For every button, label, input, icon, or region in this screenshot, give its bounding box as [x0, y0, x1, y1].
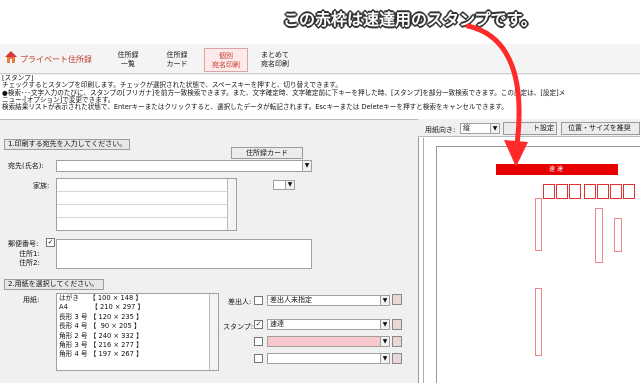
postal-checkbox[interactable]: ✓ — [46, 238, 55, 247]
annotation-callout-text: この赤枠は速達用のスタンプです。 — [283, 10, 537, 29]
tab-batch-print[interactable]: まとめて 宛名印刷 — [253, 48, 297, 72]
name-label: 宛先(氏名): — [8, 162, 44, 170]
tab-label: 住所録 カード — [166, 51, 188, 68]
section-destination-header: 1.印刷する宛先を入力してください。 — [4, 139, 130, 150]
tab-label: 個別 宛名印刷 — [212, 52, 240, 69]
postal-label: 郵便番号: — [8, 240, 39, 248]
chevron-down-icon[interactable]: ▼ — [490, 124, 499, 133]
paper-list-item[interactable]: 長形 4 号 【 90 × 205 】 — [57, 322, 218, 331]
stamp-label: スタンプ: — [223, 323, 254, 331]
paper-list-item[interactable]: 角形 3 号 【 216 × 277 】 — [57, 341, 218, 350]
sender-checkbox[interactable] — [254, 296, 263, 305]
paper-list[interactable]: はがき 【 100 × 148 】 A4 【 210 × 297 】 長形 3 … — [56, 293, 219, 371]
postal-code-boxes — [543, 184, 640, 199]
chevron-down-icon[interactable]: ▼ — [380, 337, 389, 346]
stamp-combobox[interactable]: 速達 ▼ — [267, 319, 390, 330]
address2-label: 住所2: — [19, 259, 40, 267]
paper-list-item[interactable]: A4 【 210 × 297 】 — [57, 303, 218, 312]
paper-list-scrollbar[interactable] — [209, 294, 218, 370]
app-title: プライベート住所録 — [20, 55, 92, 64]
family-dropdown[interactable]: ▼ — [273, 180, 295, 190]
express-stamp: 速達 — [496, 164, 618, 175]
stamp2-combobox[interactable]: ▼ — [267, 336, 390, 347]
tab-label: 住所録 一覧 — [117, 51, 139, 68]
app-logo-icon — [4, 50, 18, 64]
orientation-select[interactable]: 縦 ▼ — [460, 123, 500, 134]
stamp3-combobox[interactable]: ▼ — [267, 353, 390, 364]
stamp2-edit-icon[interactable] — [392, 336, 402, 347]
address-field[interactable] — [56, 239, 312, 269]
stamp-checkbox[interactable]: ✓ — [254, 320, 263, 329]
family-label: 家族: — [33, 182, 50, 190]
chevron-down-icon[interactable]: ▼ — [380, 354, 389, 363]
tab-individual-print[interactable]: 個別 宛名印刷 — [204, 48, 248, 72]
name-combobox[interactable]: ▼ — [56, 160, 312, 172]
chevron-down-icon[interactable]: ▼ — [380, 296, 389, 305]
orientation-value: 縦 — [463, 124, 470, 132]
sender-label: 差出人: — [228, 298, 252, 306]
tab-address-list[interactable]: 住所録 一覧 — [106, 48, 150, 72]
section-paper-header: 2.用紙を選択してください。 — [4, 279, 104, 290]
stamp2-checkbox[interactable] — [254, 337, 263, 346]
stamp-edit-icon[interactable] — [392, 319, 402, 330]
stamp3-edit-icon[interactable] — [392, 353, 402, 364]
paper-list-item[interactable]: 角形 4 号 【 197 × 267 】 — [57, 350, 218, 359]
chevron-down-icon[interactable]: ▼ — [380, 320, 389, 329]
chevron-down-icon[interactable]: ▼ — [285, 181, 294, 189]
address-area-marker — [535, 198, 542, 251]
address-card-button[interactable]: 住所録カード — [231, 147, 303, 159]
toolbar — [0, 44, 640, 74]
express-stamp-text: 速達 — [548, 166, 565, 173]
chevron-down-icon[interactable]: ▼ — [302, 161, 311, 171]
tab-label: まとめて 宛名印刷 — [261, 51, 289, 68]
orientation-label: 用紙向き: — [425, 126, 456, 134]
sender-value: 差出人未指定 — [270, 296, 312, 304]
addr1-area-marker — [595, 208, 603, 263]
stamp3-checkbox[interactable] — [254, 354, 263, 363]
help-panel: [スタンプ] チェックするとスタンプを印刷します。チェックが選択された状態で、ス… — [0, 75, 640, 119]
stamp-value: 速達 — [270, 320, 284, 328]
paper-list-item[interactable]: はがき 【 100 × 148 】 — [57, 294, 218, 303]
paper-label: 用紙: — [23, 296, 40, 304]
sender-combobox[interactable]: 差出人未指定 ▼ — [267, 295, 390, 306]
addr2-area-marker — [614, 218, 622, 252]
name-area-marker — [535, 288, 542, 356]
family-list[interactable] — [56, 178, 237, 231]
print-settings-button[interactable]: ト設定 — [503, 122, 557, 135]
paper-list-item[interactable]: 長形 3 号 【 120 × 235 】 — [57, 313, 218, 322]
position-recommend-button[interactable]: 位置・サイズを推奨 — [561, 122, 640, 135]
family-scrollbar[interactable] — [227, 179, 236, 230]
sender-edit-icon[interactable] — [392, 294, 402, 305]
paper-list-item[interactable]: 角形 2 号 【 240 × 332 】 — [57, 332, 218, 341]
help-line: 検索結果リストが表示された状態で、Enterキーまたはクリックすると、選択したデ… — [2, 103, 508, 112]
tab-address-card[interactable]: 住所録 カード — [155, 48, 199, 72]
